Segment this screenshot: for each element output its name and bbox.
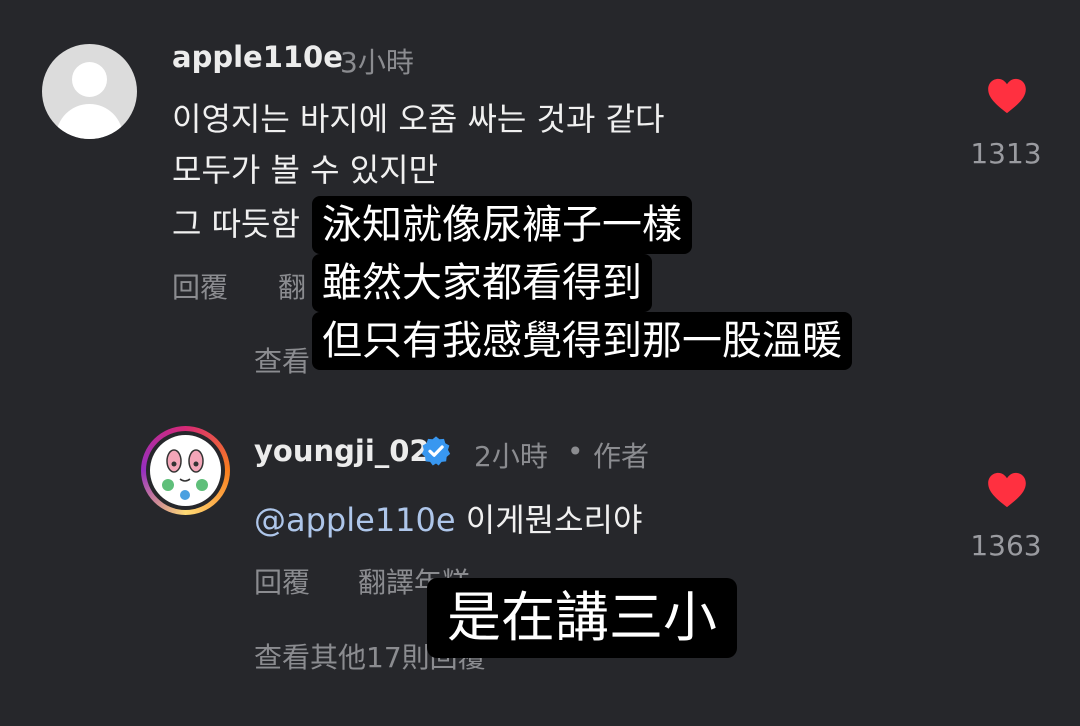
like-count: 1363 (970, 529, 1042, 562)
avatar-ring-gap (146, 431, 225, 510)
subtitle-line-3: 但只有我感覺得到那一股溫暖 (312, 312, 852, 370)
like-count: 1313 (970, 137, 1042, 170)
verified-badge-icon (421, 436, 451, 466)
avatar-head-shape (72, 62, 107, 97)
avatar-story-ring[interactable] (141, 426, 230, 515)
translate-button[interactable]: 翻 (278, 266, 306, 306)
heart-icon[interactable] (987, 78, 1027, 114)
reply-button[interactable]: 回覆 (254, 561, 310, 601)
comment-text-line-3: 그 따듯함 (172, 205, 300, 243)
heart-icon[interactable] (987, 472, 1027, 508)
reply-button[interactable]: 回覆 (172, 266, 228, 306)
view-replies-link[interactable]: 查看 (254, 340, 310, 380)
comment-username[interactable]: apple110e (172, 40, 343, 74)
comment-text: @apple110e 이게뭔소리야 (254, 496, 642, 544)
comment-text-line-2: 모두가 볼 수 있지만 (172, 151, 439, 189)
mention-link[interactable]: @apple110e (254, 501, 456, 539)
subtitle-line-2: 雖然大家都看得到 (312, 254, 652, 312)
comment-username[interactable]: youngji_02 (254, 434, 430, 468)
comment-time: 3小時 (340, 46, 414, 79)
avatar-cartoon-face (150, 435, 221, 506)
cartoon-face-icon (162, 449, 208, 500)
comment-body: 이게뭔소리야 (465, 501, 643, 539)
separator-dot: • (567, 435, 584, 468)
comment-time: 2小時 (474, 440, 548, 473)
avatar-default[interactable] (42, 44, 137, 139)
author-tag: 作者 (593, 440, 650, 473)
avatar-body-shape (56, 104, 123, 139)
subtitle-bottom: 是在講三小 (427, 578, 737, 658)
comment-text-line-1: 이영지는 바지에 오줌 싸는 것과 같다 (172, 100, 665, 138)
subtitle-line-1: 泳知就像尿褲子一樣 (312, 196, 692, 254)
